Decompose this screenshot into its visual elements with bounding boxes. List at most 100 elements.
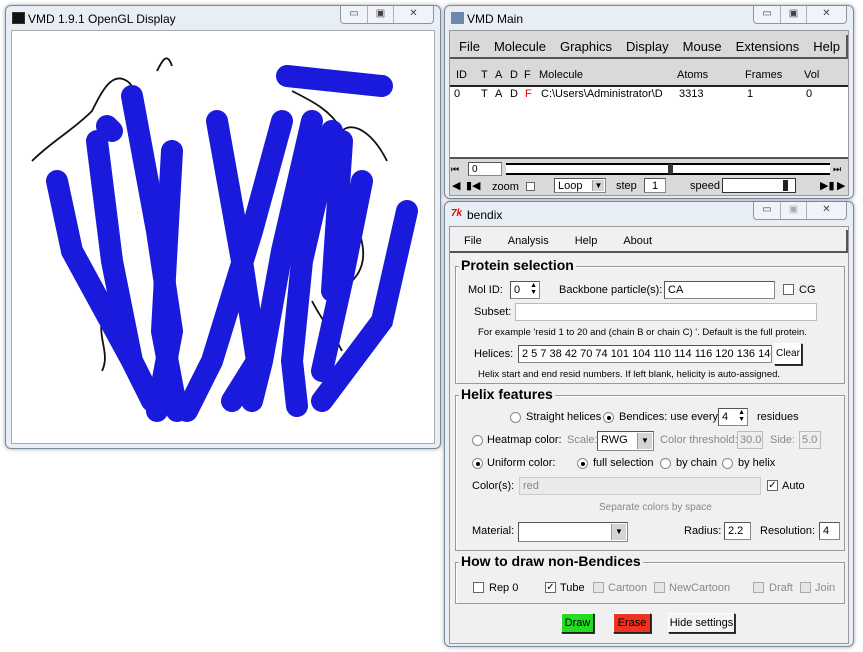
spinner-icon[interactable]: ▲ ▼	[530, 282, 537, 296]
spinner-icon[interactable]: ▲ ▼	[738, 409, 745, 423]
scale-value: RWG	[601, 434, 628, 446]
maximize-icon[interactable]: ▣	[780, 6, 806, 23]
menu-file[interactable]: File	[459, 39, 480, 54]
row-molecule: C:\Users\Administrator\D	[541, 88, 663, 100]
menu-display[interactable]: Display	[626, 39, 669, 54]
material-dropdown[interactable]: ▼	[518, 522, 628, 542]
frame-input[interactable]: 0	[468, 162, 502, 176]
display-window: VMD 1.9.1 OpenGL Display ▭ ▣ ✕	[5, 5, 441, 449]
straight-helices-label: Straight helices	[526, 411, 602, 423]
menu-extensions[interactable]: Extensions	[736, 39, 800, 54]
non-bendices-group: How to draw non-Bendices Rep 0 ✓ Tube Ca…	[455, 553, 845, 604]
uniform-color-label: Uniform color:	[487, 457, 556, 469]
bendices-radio[interactable]	[603, 412, 614, 423]
opengl-canvas[interactable]	[11, 30, 435, 444]
cg-checkbox[interactable]	[783, 284, 794, 295]
draw-button[interactable]: Draw	[561, 613, 594, 633]
speed-slider[interactable]	[722, 178, 796, 193]
backbone-input[interactable]: CA	[664, 281, 775, 299]
threshold-input: 30.0	[737, 431, 763, 449]
molecule-list[interactable]: 0 T A D F C:\Users\Administrator\D 3313 …	[450, 85, 848, 159]
close-icon[interactable]: ✕	[393, 6, 433, 23]
molecule-list-header: ID T A D F Molecule Atoms Frames Vol	[450, 69, 848, 83]
colors-input[interactable]: red	[519, 477, 761, 495]
menu-molecule[interactable]: Molecule	[494, 39, 546, 54]
step-forward-button[interactable]: ▶▮	[820, 179, 835, 192]
first-frame-button[interactable]: ⏮	[451, 162, 466, 176]
molecule-render	[31, 57, 418, 422]
bendices-spinbox[interactable]: 4 ▲ ▼	[718, 408, 748, 426]
col-a: A	[495, 69, 503, 81]
last-frame-button[interactable]: ⏭	[833, 162, 848, 176]
straight-helices-radio[interactable]	[510, 412, 521, 423]
row-id: 0	[454, 88, 461, 100]
radius-input[interactable]: 2.2	[724, 522, 751, 540]
menu-graphics[interactable]: Graphics	[560, 39, 612, 54]
loop-dropdown[interactable]: Loop ▼	[554, 178, 606, 193]
side-label: Side:	[770, 434, 796, 446]
row-fixed-flag[interactable]: F	[525, 88, 532, 100]
heatmap-radio[interactable]	[472, 435, 483, 446]
hide-settings-button[interactable]: Hide settings	[668, 613, 735, 633]
menu-about[interactable]: About	[623, 235, 652, 247]
speed-label: speed	[690, 180, 720, 192]
erase-button[interactable]: Erase	[613, 613, 651, 633]
scale-dropdown[interactable]: RWG ▼	[597, 431, 654, 451]
by-chain-radio[interactable]	[660, 458, 671, 469]
window-title: bendix	[467, 208, 503, 222]
minimize-icon[interactable]: ▭	[754, 6, 780, 23]
full-selection-radio[interactable]	[577, 458, 588, 469]
play-forward-button[interactable]: ▶	[837, 179, 845, 192]
resolution-input[interactable]: 4	[819, 522, 840, 540]
protein-selection-group: Protein selection Mol ID: 0 ▲ ▼ Backbone p…	[455, 257, 845, 384]
bendix-menubar: File Analysis Help About	[450, 230, 848, 253]
minimize-icon[interactable]: ▭	[341, 6, 367, 23]
row-active-flag[interactable]: A	[495, 88, 502, 100]
close-icon[interactable]: ✕	[806, 6, 846, 23]
helices-input[interactable]: 2 5 7 38 42 70 74 101 104 110 114 116 12…	[518, 345, 772, 363]
helix-tubes	[46, 65, 418, 422]
molecule-row[interactable]: 0 T A D F C:\Users\Administrator\D 3313 …	[450, 88, 848, 102]
zoom-checkbox[interactable]	[526, 182, 535, 191]
chevron-down-icon: ▼	[611, 524, 626, 540]
step-back-button[interactable]: ▮◀	[466, 179, 481, 192]
molid-spinbox[interactable]: 0 ▲ ▼	[510, 281, 540, 299]
helix-features-group: Helix features Straight helices Bendices…	[455, 386, 845, 551]
cartoon-checkbox	[593, 582, 604, 593]
row-frames: 1	[747, 88, 754, 100]
maximize-icon[interactable]: ▣	[367, 6, 393, 23]
col-atoms: Atoms	[677, 69, 709, 81]
menu-help[interactable]: Help	[575, 235, 598, 247]
col-molecule: Molecule	[539, 69, 584, 81]
col-vol: Vol	[804, 69, 820, 81]
menu-mouse[interactable]: Mouse	[683, 39, 722, 54]
frame-slider-handle[interactable]	[668, 164, 673, 174]
helices-label: Helices:	[474, 348, 514, 360]
menu-analysis[interactable]: Analysis	[508, 235, 549, 247]
play-reverse-button[interactable]: ◀	[452, 179, 460, 192]
step-input[interactable]: 1	[644, 178, 666, 193]
vmd-main-window: VMD Main ▭ ▣ ✕ File Molecule Graphics Disp…	[444, 5, 854, 199]
bendices-label: Bendices: use every	[619, 411, 719, 423]
rep0-checkbox[interactable]	[473, 582, 484, 593]
colors-label: Color(s):	[472, 480, 515, 492]
chevron-down-icon: ▼	[637, 433, 652, 449]
scale-label: Scale:	[567, 434, 598, 446]
auto-checkbox[interactable]: ✓	[767, 480, 778, 491]
menu-help[interactable]: Help	[813, 39, 840, 54]
frame-slider[interactable]	[506, 163, 830, 175]
subset-input[interactable]	[515, 303, 817, 321]
tube-checkbox[interactable]: ✓	[545, 582, 556, 593]
row-top-flag[interactable]: T	[481, 88, 488, 100]
minimize-icon[interactable]: ▭	[754, 202, 780, 219]
row-drawn-flag[interactable]: D	[510, 88, 518, 100]
protein-selection-legend: Protein selection	[459, 257, 576, 273]
close-icon[interactable]: ✕	[806, 202, 846, 219]
clear-button[interactable]: Clear	[774, 343, 802, 365]
menu-file[interactable]: File	[464, 235, 482, 247]
by-helix-radio[interactable]	[722, 458, 733, 469]
colors-hint: Separate colors by space	[599, 502, 712, 513]
speed-slider-handle[interactable]	[783, 180, 789, 191]
uniform-color-radio[interactable]	[472, 458, 483, 469]
col-t: T	[481, 69, 488, 81]
